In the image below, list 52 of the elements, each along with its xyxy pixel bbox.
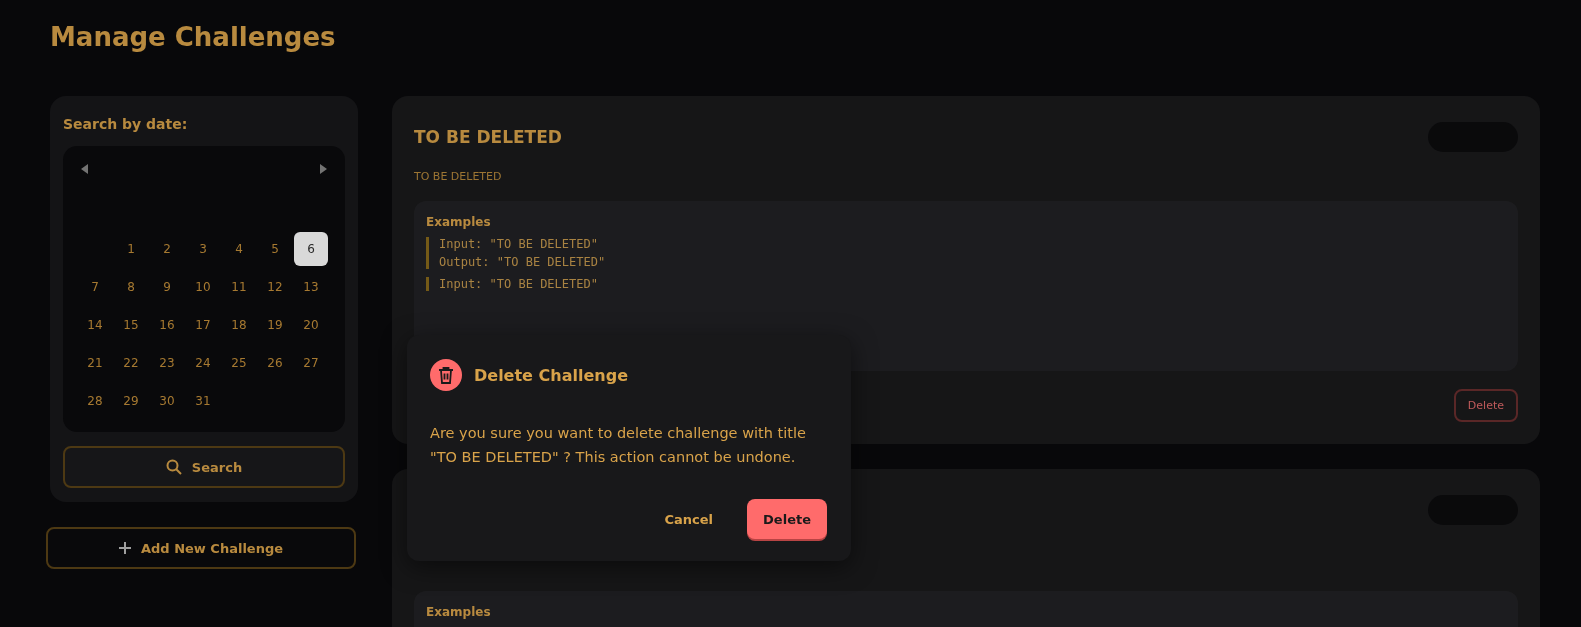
calendar-day[interactable]: 18 xyxy=(222,308,256,342)
example-line: Input: "TO BE DELETED" xyxy=(439,237,599,251)
search-label: Search by date: xyxy=(63,116,189,132)
search-button[interactable]: Search xyxy=(63,446,345,488)
page-title: Manage Challenges xyxy=(50,22,337,52)
calendar-day[interactable]: 10 xyxy=(186,270,220,304)
calendar-day[interactable]: 27 xyxy=(294,346,328,380)
calendar-day[interactable]: 8 xyxy=(114,270,148,304)
calendar-day[interactable]: 3 xyxy=(186,232,220,266)
calendar-day[interactable]: 22 xyxy=(114,346,148,380)
calendar-day[interactable]: 6 xyxy=(294,232,328,266)
previous-icon[interactable] xyxy=(81,164,89,174)
example-line: Output: "TO BE DELETED" xyxy=(439,255,606,269)
calendar-day[interactable]: 16 xyxy=(150,308,184,342)
challenge-description: TO BE DELETED xyxy=(414,170,503,183)
calendar-day[interactable]: 14 xyxy=(78,308,112,342)
calendar-day[interactable]: 25 xyxy=(222,346,256,380)
delete-button[interactable]: Delete xyxy=(1453,389,1518,422)
trash-icon xyxy=(430,359,462,391)
dialog-message: Are you sure you want to delete challenge with title "TO BE DELETED" ? This action cannot be undone. xyxy=(430,424,807,467)
calendar-day[interactable]: 9 xyxy=(150,270,184,304)
examples-label: Examples xyxy=(426,215,491,229)
calendar-day[interactable]: 17 xyxy=(186,308,220,342)
calendar-day[interactable]: 15 xyxy=(114,308,148,342)
plus-icon xyxy=(118,542,131,554)
calendar-day[interactable]: 24 xyxy=(186,346,220,380)
calendar-day[interactable]: 30 xyxy=(150,384,184,418)
challenge-title: TO BE DELETED xyxy=(414,127,562,147)
calendar-day[interactable]: 31 xyxy=(186,384,220,418)
examples-label: Examples xyxy=(426,605,491,619)
calendar-day[interactable]: 28 xyxy=(78,384,112,418)
calendar-day[interactable]: 11 xyxy=(222,270,256,304)
calendar-day[interactable]: 12 xyxy=(258,270,292,304)
delete-button[interactable]: Delete xyxy=(747,499,827,539)
calendar-day[interactable]: 29 xyxy=(114,384,148,418)
add-challenge-button[interactable]: Add New Challenge xyxy=(46,527,356,569)
calendar-day[interactable]: 7 xyxy=(78,270,112,304)
calendar-day[interactable]: 4 xyxy=(222,232,256,266)
calendar-day[interactable]: 23 xyxy=(150,346,184,380)
example-line: Input: "TO BE DELETED" xyxy=(439,277,598,291)
calendar-day[interactable]: 1 xyxy=(114,232,148,266)
calendar-day[interactable]: 21 xyxy=(78,346,112,380)
search-icon xyxy=(165,459,182,475)
next-icon[interactable] xyxy=(319,164,327,174)
cancel-button[interactable]: Cancel xyxy=(648,499,730,539)
calendar-day[interactable]: 26 xyxy=(258,346,292,380)
calendar-day[interactable]: 2 xyxy=(150,232,184,266)
calendar-day[interactable]: 13 xyxy=(294,270,328,304)
calendar-day[interactable]: 20 xyxy=(294,308,328,342)
calendar-day[interactable]: 19 xyxy=(258,308,292,342)
dialog-title: Delete Challenge xyxy=(474,365,628,385)
calendar-day[interactable]: 5 xyxy=(258,232,292,266)
